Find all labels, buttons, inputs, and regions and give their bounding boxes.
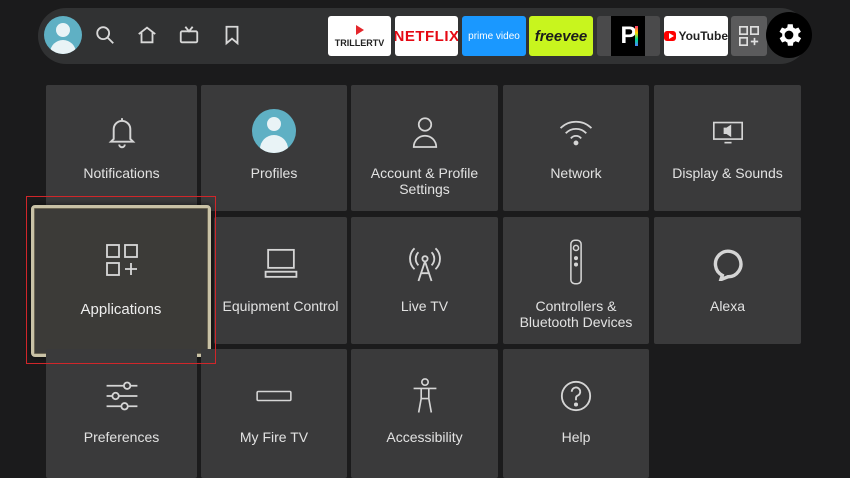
tile-label: Help xyxy=(561,429,591,445)
app-pluto[interactable]: P xyxy=(597,16,660,56)
tile-label: Alexa xyxy=(709,298,746,314)
tile-label: Profiles xyxy=(250,165,298,181)
app-freevee[interactable]: freevee xyxy=(529,16,593,56)
tile-label: Account & Profile Settings xyxy=(370,165,479,197)
alexa-icon xyxy=(708,244,748,284)
tile-display-sounds[interactable]: Display & Sounds xyxy=(654,85,801,211)
tile-label: Accessibility xyxy=(386,429,463,445)
app-youtube[interactable]: YouTube xyxy=(664,16,728,56)
tile-controllers-bluetooth[interactable]: Controllers & Bluetooth Devices xyxy=(503,217,649,344)
sliders-icon xyxy=(102,376,142,416)
tile-account-profile-settings[interactable]: Account & Profile Settings xyxy=(351,85,498,211)
tile-label: My Fire TV xyxy=(239,429,309,445)
play-icon xyxy=(355,24,364,35)
settings-button[interactable] xyxy=(766,12,812,58)
app-label: NETFLIX xyxy=(395,27,458,45)
antenna-icon xyxy=(405,244,445,284)
search-icon[interactable] xyxy=(94,24,116,46)
app-prime-video[interactable]: prime video xyxy=(462,16,526,56)
tile-label: Live TV xyxy=(400,298,449,314)
bell-icon xyxy=(102,112,142,152)
tile-label: Controllers & Bluetooth Devices xyxy=(519,298,633,330)
tv-equipment-icon xyxy=(261,244,301,284)
profile-avatar-button[interactable] xyxy=(44,16,82,54)
tile-label: Equipment Control xyxy=(222,298,339,314)
person-icon xyxy=(405,112,445,152)
tile-my-fire-tv[interactable]: My Fire TV xyxy=(201,349,347,478)
app-netflix[interactable]: NETFLIX xyxy=(395,16,458,56)
home-icon[interactable] xyxy=(136,24,158,46)
tile-help[interactable]: Help xyxy=(503,349,649,478)
tile-equipment-control[interactable]: Equipment Control xyxy=(214,217,347,344)
tile-alexa[interactable]: Alexa xyxy=(654,217,801,344)
all-apps-button[interactable] xyxy=(731,16,767,56)
display-sound-icon xyxy=(708,112,748,152)
app-label: TRILLERTV xyxy=(334,37,385,48)
tile-label: Notifications xyxy=(83,165,160,181)
apps-grid-icon xyxy=(739,26,759,46)
highlight-box xyxy=(26,196,216,364)
firetv-stick-icon xyxy=(254,376,294,416)
youtube-play-icon xyxy=(664,31,677,41)
tile-live-tv[interactable]: Live TV xyxy=(351,217,498,344)
remote-icon xyxy=(556,239,596,285)
accessibility-icon xyxy=(405,376,445,416)
app-label: YouTube xyxy=(678,29,728,43)
tile-label: Network xyxy=(550,165,602,181)
wifi-icon xyxy=(556,112,596,152)
gear-icon xyxy=(779,24,802,46)
bookmark-icon[interactable] xyxy=(221,24,243,46)
app-trillertv[interactable]: TRILLERTV xyxy=(328,16,391,56)
help-icon xyxy=(556,376,596,416)
app-label: prime video xyxy=(468,30,520,42)
tile-network[interactable]: Network xyxy=(503,85,649,211)
live-tv-icon[interactable] xyxy=(178,24,200,46)
tile-profiles[interactable]: Profiles xyxy=(201,85,347,211)
tile-label: Display & Sounds xyxy=(672,165,783,181)
tile-accessibility[interactable]: Accessibility xyxy=(351,349,498,478)
app-label: freevee xyxy=(534,27,588,45)
tile-label: Preferences xyxy=(83,429,160,445)
tile-preferences[interactable]: Preferences xyxy=(46,349,197,478)
profile-avatar-icon xyxy=(252,109,296,153)
tile-notifications[interactable]: Notifications xyxy=(46,85,197,211)
